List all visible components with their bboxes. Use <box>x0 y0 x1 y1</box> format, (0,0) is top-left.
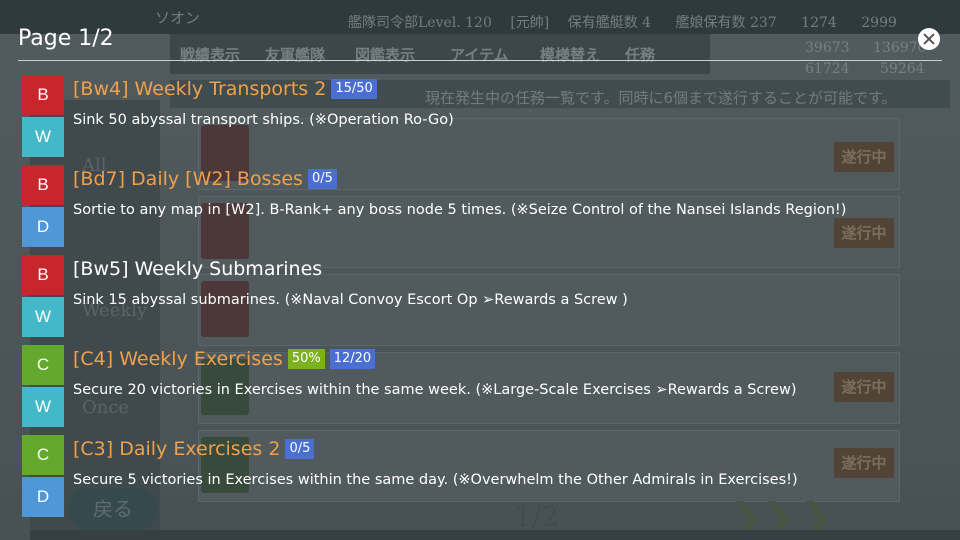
quest-description: Sortie to any map in [W2]. B-Rank+ any b… <box>73 202 847 218</box>
header-divider <box>18 60 942 61</box>
quest-title: [Bw4] Weekly Transports 2 <box>73 78 327 100</box>
close-icon[interactable] <box>918 28 940 50</box>
quest-title: [Bw5] Weekly Submarines <box>73 258 323 280</box>
progress-count-tag: 12/20 <box>329 349 376 369</box>
quest-entry[interactable]: C D [C3] Daily Exercises 2 0/5 Secure 5 vict… <box>22 432 942 520</box>
quest-header: [Bw5] Weekly Submarines <box>73 256 322 282</box>
quest-header: [C4] Weekly Exercises 50% 12/20 <box>73 346 376 372</box>
progress-count-tag: 0/5 <box>307 169 337 189</box>
progress-percent-tag: 50% <box>287 349 325 369</box>
quest-entry[interactable]: B D [Bd7] Daily [W2] Bosses 0/5 Sortie to an… <box>22 162 942 250</box>
quest-frequency-badge: W <box>22 117 64 157</box>
quest-description: Secure 5 victories in Exercises within t… <box>73 472 798 488</box>
quest-frequency-badge: D <box>22 477 64 517</box>
quest-frequency-badge: W <box>22 387 64 427</box>
quest-title: [C3] Daily Exercises 2 <box>73 438 281 460</box>
quest-title: [Bd7] Daily [W2] Bosses <box>73 168 303 190</box>
quest-entry[interactable]: C W [C4] Weekly Exercises 50% 12/20 Secure 20… <box>22 342 942 430</box>
quest-header: [C3] Daily Exercises 2 0/5 <box>73 436 315 462</box>
quest-description: Sink 15 abyssal submarines. (※Naval Conv… <box>73 292 628 308</box>
quest-frequency-badge: D <box>22 207 64 247</box>
quest-entry[interactable]: B W [Bw4] Weekly Transports 2 15/50 Sink 50 … <box>22 72 942 160</box>
progress-count-tag: 0/5 <box>285 439 315 459</box>
progress-count-tag: 15/50 <box>331 79 377 99</box>
quest-category-badge: B <box>22 165 64 205</box>
quest-category-badge: C <box>22 435 64 475</box>
quest-entry[interactable]: B W [Bw5] Weekly Submarines Sink 15 abyssal… <box>22 252 942 340</box>
quest-frequency-badge: W <box>22 297 64 337</box>
quest-category-badge: C <box>22 345 64 385</box>
quest-category-badge: B <box>22 75 64 115</box>
quest-header: [Bd7] Daily [W2] Bosses 0/5 <box>73 166 337 192</box>
page-title: Page 1/2 <box>18 26 114 51</box>
quest-title: [C4] Weekly Exercises <box>73 348 283 370</box>
quest-overlay: Page 1/2 B W [Bw4] Weekly Transports 2 15/5… <box>0 0 960 540</box>
quest-description: Sink 50 abyssal transport ships. (※Opera… <box>73 112 454 128</box>
quest-description: Secure 20 victories in Exercises within … <box>73 382 797 398</box>
quest-category-badge: B <box>22 255 64 295</box>
quest-header: [Bw4] Weekly Transports 2 15/50 <box>73 76 377 102</box>
